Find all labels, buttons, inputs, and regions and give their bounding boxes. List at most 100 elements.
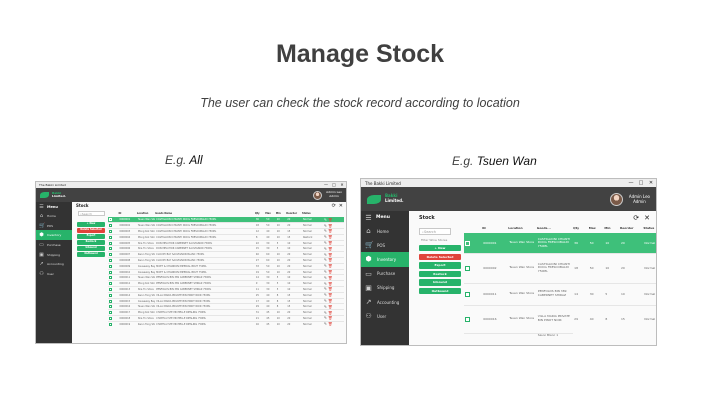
avatar[interactable] xyxy=(313,190,323,200)
trash-icon[interactable]: 🗑 xyxy=(328,311,332,315)
column-header[interactable]: ID xyxy=(482,223,508,233)
avatar[interactable] xyxy=(609,192,623,206)
column-header[interactable]: Max xyxy=(589,223,605,233)
trash-icon[interactable]: 🗑 xyxy=(328,224,332,228)
restock-button[interactable]: Restock xyxy=(77,240,105,245)
user-box[interactable]: Admin Leo Admin xyxy=(609,192,650,206)
trash-icon[interactable]: 🗑 xyxy=(328,276,332,280)
trash-icon[interactable]: 🗑 xyxy=(328,264,332,268)
row-checkbox[interactable] xyxy=(109,305,112,309)
row-checkbox[interactable] xyxy=(109,276,112,280)
inbound-button[interactable]: Inbound xyxy=(77,246,105,251)
column-header[interactable]: Goods... xyxy=(537,223,573,233)
trash-icon[interactable]: 🗑 xyxy=(328,230,332,234)
refresh-icon[interactable]: ⟳ xyxy=(332,203,336,209)
sidebar-item-purchase[interactable]: ▭ Purchase xyxy=(361,267,409,281)
row-checkbox[interactable] xyxy=(109,322,112,326)
sidebar-item-accounting[interactable]: ↗ Accounting xyxy=(361,295,409,309)
table-row[interactable]: 0000019Kwun Tong StoreCHATEAU STE MICHEL… xyxy=(108,320,344,328)
row-checkbox[interactable] xyxy=(109,247,112,251)
row-checkbox[interactable] xyxy=(109,258,112,262)
row-checkbox[interactable] xyxy=(109,229,112,233)
row-checkbox[interactable] xyxy=(109,299,112,303)
user-box[interactable]: Admin Leo Admin xyxy=(313,190,342,200)
column-header[interactable]: Qty xyxy=(573,223,589,233)
row-checkbox[interactable] xyxy=(109,311,112,315)
trash-icon[interactable]: 🗑 xyxy=(328,305,332,309)
column-header[interactable]: Reorder xyxy=(620,223,643,233)
sidebar-item-user[interactable]: ⚇ User xyxy=(36,269,72,279)
sidebar-item-label: Accounting xyxy=(377,299,400,305)
trash-icon[interactable]: 🗑 xyxy=(328,288,332,292)
close-icon[interactable]: ✕ xyxy=(644,214,650,222)
sidebar-item-pos[interactable]: 🛒 POS xyxy=(36,221,72,231)
menu-toggle[interactable]: ☰ Menu xyxy=(361,211,409,224)
trash-icon[interactable]: 🗑 xyxy=(328,218,332,222)
sidebar-item-pos[interactable]: 🛒 POS xyxy=(361,238,409,252)
trash-icon[interactable]: 🗑 xyxy=(328,259,332,263)
delete-selected-button[interactable]: Delete Selected xyxy=(419,253,461,260)
new-button[interactable]: + New xyxy=(77,222,105,227)
new-button[interactable]: + New xyxy=(419,245,461,252)
table-row[interactable]: 0000002Tsuen Wan StoreCASTIGLIONI CHIANT… xyxy=(464,252,656,283)
sidebar-item-shipping[interactable]: ▣ Shipping xyxy=(36,250,72,260)
table-row[interactable]: 0000001Tsuen Wan StoreCASTIGLIONI CHIANT… xyxy=(464,232,656,253)
row-checkbox[interactable] xyxy=(465,240,470,246)
minimize-icon[interactable]: — xyxy=(626,179,636,187)
delete-selected-button[interactable]: Delete Selected xyxy=(77,228,105,233)
maximize-icon[interactable]: □ xyxy=(636,179,646,187)
sidebar-item-shipping[interactable]: ▣ Shipping xyxy=(361,281,409,295)
sidebar-item-purchase[interactable]: ▭ Purchase xyxy=(36,240,72,250)
row-checkbox[interactable] xyxy=(109,235,112,239)
export-button[interactable]: Export xyxy=(419,262,461,269)
trash-icon[interactable]: 🗑 xyxy=(328,253,332,257)
inbound-button[interactable]: Inbound xyxy=(419,279,461,286)
trash-icon[interactable]: 🗑 xyxy=(328,270,332,274)
row-checkbox[interactable] xyxy=(109,253,112,257)
row-checkbox[interactable] xyxy=(465,265,470,271)
restock-button[interactable]: Restock xyxy=(419,270,461,278)
column-header[interactable] xyxy=(464,223,482,233)
trash-icon[interactable]: 🗑 xyxy=(328,322,332,326)
row-checkbox[interactable] xyxy=(109,241,112,245)
refresh-icon[interactable]: ⟳ xyxy=(633,214,639,222)
outbound-button[interactable]: Outbound xyxy=(419,287,461,295)
close-icon[interactable]: ✕ xyxy=(339,203,343,209)
trash-icon[interactable]: 🗑 xyxy=(328,282,332,286)
sidebar-item-home[interactable]: ⌂ Home xyxy=(361,224,409,238)
export-button[interactable]: Export xyxy=(77,234,105,239)
outbound-button[interactable]: Outbound xyxy=(77,252,105,257)
trash-icon[interactable]: 🗑 xyxy=(328,299,332,303)
close-icon[interactable]: ✕ xyxy=(646,179,656,187)
main-panel: Stock ⟳ ✕ ⌕ Search Filter Wine Stores + New Del… xyxy=(409,211,656,345)
sidebar-item-home[interactable]: ⌂ Home xyxy=(36,211,72,221)
row-checkbox[interactable] xyxy=(465,291,470,297)
sidebar-item-inventory[interactable]: ⬢ Inventory xyxy=(36,230,72,241)
column-header[interactable]: Status xyxy=(643,223,656,233)
row-checkbox[interactable] xyxy=(109,282,112,286)
row-checkbox[interactable] xyxy=(109,293,112,297)
row-checkbox[interactable] xyxy=(109,316,112,320)
row-checkbox[interactable] xyxy=(109,224,112,228)
row-checkbox[interactable] xyxy=(465,316,470,322)
trash-icon[interactable]: 🗑 xyxy=(328,241,332,245)
trash-icon[interactable]: 🗑 xyxy=(328,235,332,239)
trash-icon[interactable]: 🗑 xyxy=(328,317,332,321)
row-checkbox[interactable] xyxy=(109,218,112,222)
row-checkbox[interactable] xyxy=(109,270,112,274)
sidebar-item-user[interactable]: ⚇ User xyxy=(361,309,409,323)
search-input[interactable]: ⌕ Search xyxy=(78,211,105,216)
search-input[interactable]: ⌕ Search xyxy=(419,228,451,235)
column-header[interactable]: Location xyxy=(508,223,537,233)
trash-icon[interactable]: 🗑 xyxy=(328,293,332,297)
table-row[interactable]: 0000011Tsuen Wan StorePENFOLDS BIN 389 C… xyxy=(464,282,656,305)
row-checkbox[interactable] xyxy=(109,287,112,291)
cart-icon: 🛒 xyxy=(365,241,374,250)
column-header[interactable]: Min xyxy=(604,223,620,233)
table-row[interactable]: 0000016Tsuen Wan StoreVILLA MARIA PRIVAT… xyxy=(464,304,656,333)
sidebar-item-inventory[interactable]: ⬢ Inventory xyxy=(361,252,409,267)
menu-toggle[interactable]: ☰ Menu xyxy=(36,202,72,211)
row-checkbox[interactable] xyxy=(109,264,112,268)
trash-icon[interactable]: 🗑 xyxy=(328,247,332,251)
sidebar-item-accounting[interactable]: ↗ Accounting xyxy=(36,259,72,269)
